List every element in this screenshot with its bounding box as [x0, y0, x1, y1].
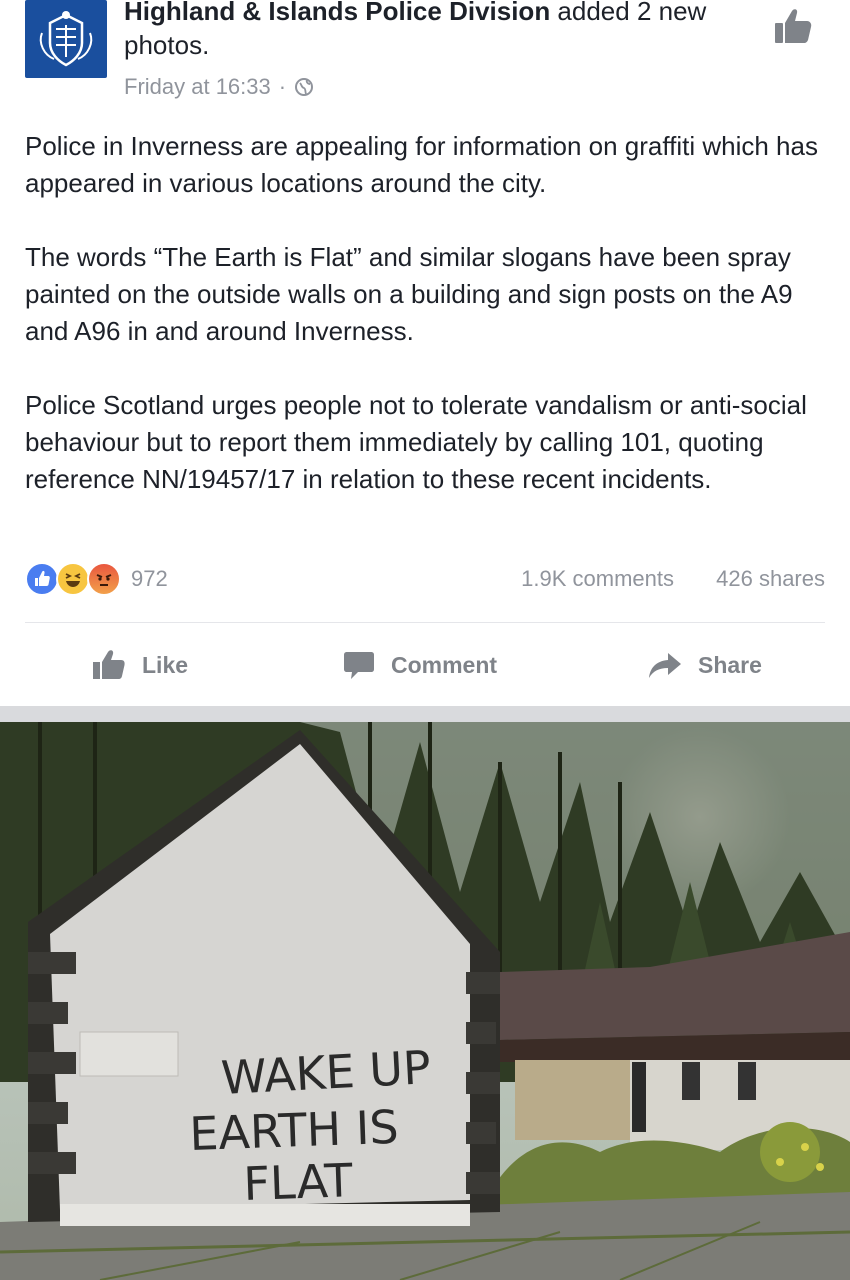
haha-reaction-icon	[56, 562, 90, 596]
post-paragraph-3: Police Scotland urges people not to tole…	[25, 390, 807, 494]
post-meta: Friday at 16:33 ·	[124, 74, 314, 100]
globe-icon	[295, 78, 314, 96]
post-paragraph-1: Police in Inverness are appealing for in…	[25, 131, 818, 198]
graffiti-line-2: EARTH IS	[188, 1100, 399, 1161]
page-avatar[interactable]	[25, 0, 107, 78]
post-title: Highland & Islands Police Division added…	[124, 0, 764, 62]
graffiti-line-1: WAKE UP	[220, 1040, 432, 1105]
post-photo[interactable]: WAKE UP EARTH IS FLAT	[0, 722, 850, 1280]
like-page-thumb-icon[interactable]	[772, 5, 814, 47]
comment-button[interactable]: Comment	[343, 640, 497, 690]
angry-reaction-icon	[87, 562, 121, 596]
share-label: Share	[698, 651, 762, 678]
shares-count[interactable]: 426 shares	[716, 566, 825, 592]
thumb-up-icon	[93, 650, 125, 679]
like-reaction-icon	[25, 562, 59, 596]
post-body: Police in Inverness are appealing for in…	[25, 128, 830, 498]
comments-count[interactable]: 1.9K comments	[521, 566, 674, 592]
graffiti-line-3: FLAT	[242, 1153, 354, 1211]
graffiti-building-photo: WAKE UP EARTH IS FLAT	[0, 722, 850, 1280]
post-timestamp[interactable]: Friday at 16:33	[124, 74, 271, 100]
reaction-icons[interactable]	[25, 562, 125, 598]
share-arrow-icon	[649, 653, 681, 678]
post-stats: 972 1.9K comments 426 shares	[25, 560, 825, 600]
page-name-link[interactable]: Highland & Islands Police Division	[124, 0, 550, 26]
post-paragraph-2: The words “The Earth is Flat” and simila…	[25, 242, 793, 346]
photo-separator	[0, 706, 850, 722]
meta-separator: ·	[278, 74, 287, 99]
police-crest-icon	[39, 11, 93, 67]
comment-label: Comment	[391, 651, 498, 678]
actions-divider	[25, 622, 825, 623]
share-button[interactable]: Share	[648, 640, 762, 690]
like-button[interactable]: Like	[92, 640, 188, 690]
like-label: Like	[142, 651, 189, 678]
post-header: Highland & Islands Police Division added…	[0, 0, 850, 120]
reaction-count[interactable]: 972	[131, 566, 168, 592]
post-actions: Like Comment Share	[0, 640, 850, 690]
comment-bubble-icon	[344, 652, 374, 679]
